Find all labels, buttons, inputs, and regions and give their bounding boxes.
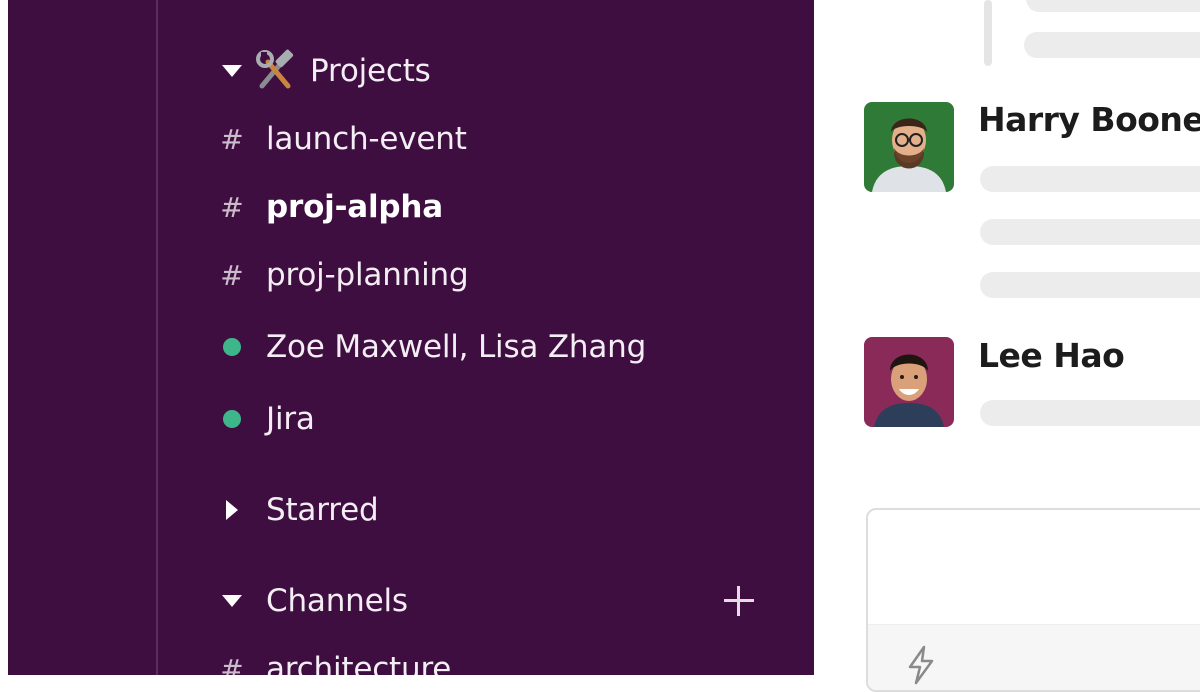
- message-placeholder-line: [980, 219, 1200, 245]
- workspace-rail: [8, 0, 156, 675]
- channel-item-launch-event[interactable]: # launch-event: [158, 114, 798, 164]
- channel-label: proj-alpha: [266, 189, 443, 225]
- caret-right-icon[interactable]: [214, 500, 250, 520]
- channel-label: launch-event: [266, 121, 467, 157]
- dm-item-zoe-maxwell-lisa-zhang[interactable]: Zoe Maxwell, Lisa Zhang: [158, 322, 798, 372]
- hash-icon: #: [220, 258, 244, 292]
- sender-name[interactable]: Lee Hao: [978, 336, 1125, 375]
- avatar-lee-hao[interactable]: [864, 337, 954, 427]
- channel-sidebar: Projects # launch-event # proj-alpha # p…: [158, 0, 814, 675]
- dm-label: Zoe Maxwell, Lisa Zhang: [266, 329, 647, 365]
- presence-online-icon: [214, 338, 250, 356]
- dm-item-jira[interactable]: Jira: [158, 394, 798, 444]
- hammer-and-wrench-icon: [256, 49, 294, 89]
- channel-item-proj-alpha[interactable]: # proj-alpha: [158, 182, 798, 232]
- message-pane: Harry Boone Lee Hao: [814, 0, 1200, 692]
- hash-icon: #: [220, 190, 244, 224]
- channel-item-proj-planning[interactable]: # proj-planning: [158, 250, 798, 300]
- dm-label: Jira: [266, 401, 315, 437]
- thread-indicator: [984, 0, 992, 66]
- person-avatar-icon: [864, 337, 954, 427]
- message-placeholder-line: [1024, 32, 1200, 58]
- section-label-projects: Projects: [310, 53, 431, 89]
- channel-label: architecture: [266, 651, 452, 675]
- hash-icon: #: [220, 652, 244, 676]
- section-header-channels[interactable]: Channels: [158, 576, 798, 626]
- presence-online-icon: [214, 410, 250, 428]
- channel-item-architecture[interactable]: # architecture: [158, 644, 798, 675]
- message-placeholder-line: [980, 272, 1200, 298]
- section-label-starred: Starred: [266, 492, 379, 528]
- message-placeholder-line: [980, 400, 1200, 426]
- lightning-bolt-icon[interactable]: [904, 645, 938, 685]
- section-header-starred[interactable]: Starred: [158, 485, 798, 535]
- person-avatar-icon: [864, 102, 954, 192]
- composer-toolbar: [868, 624, 1200, 690]
- message-placeholder-line: [1026, 0, 1200, 12]
- channel-label: proj-planning: [266, 257, 469, 293]
- section-header-projects[interactable]: Projects: [158, 46, 798, 96]
- message-composer[interactable]: [866, 508, 1200, 692]
- sender-name[interactable]: Harry Boone: [978, 100, 1200, 139]
- caret-down-icon[interactable]: [214, 595, 250, 607]
- add-channel-plus-icon[interactable]: [724, 586, 754, 616]
- section-label-channels: Channels: [266, 583, 408, 619]
- avatar-harry-boone[interactable]: [864, 102, 954, 192]
- message-placeholder-line: [980, 166, 1200, 192]
- hash-icon: #: [220, 122, 244, 156]
- window-edge: [0, 0, 8, 675]
- caret-down-icon[interactable]: [214, 65, 250, 77]
